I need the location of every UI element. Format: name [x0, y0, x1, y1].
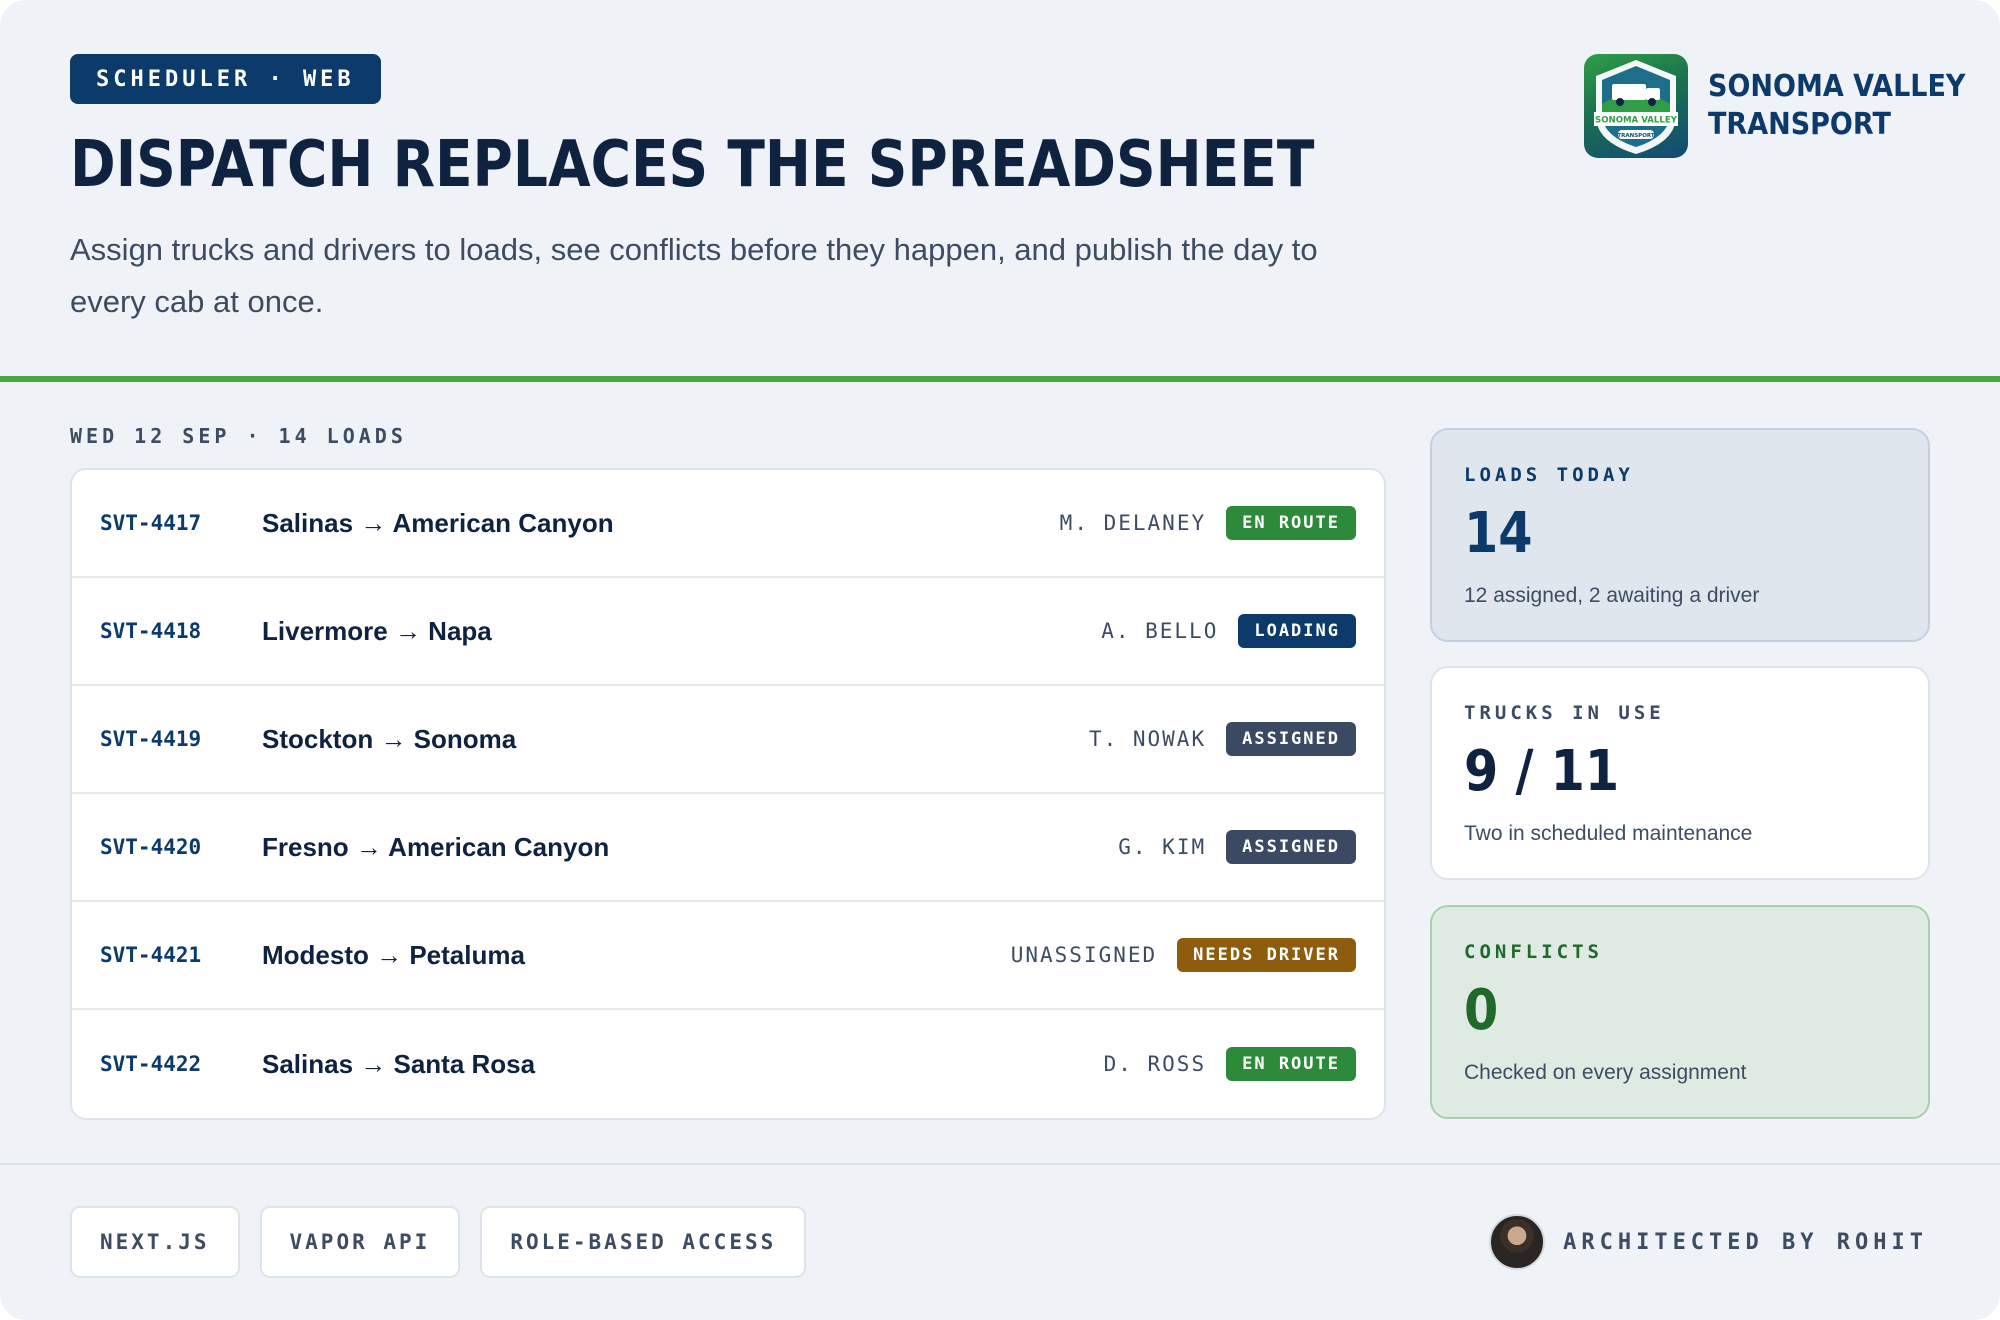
status-badge: NEEDS DRIVER	[1177, 938, 1356, 972]
stat-label: TRUCKS IN USE	[1464, 702, 1665, 724]
company-logo: SONOMA VALLEY TRANSPORT	[1584, 54, 1688, 158]
load-driver: G. KIM	[1118, 835, 1207, 859]
load-row[interactable]: SVT-4421 Modesto → Petaluma UNASSIGNED NEED…	[72, 902, 1384, 1010]
load-route: Fresno → American Canyon	[262, 831, 610, 862]
stat-note: 12 assigned, 2 awaiting a driver	[1464, 584, 1760, 607]
page-title: DISPATCH REPLACES THE SPREADSHEET	[70, 128, 1315, 202]
load-id: SVT-4417	[100, 511, 202, 535]
tech-tag-nextjs: NEXT.JS	[70, 1206, 240, 1278]
credit-text: ARCHITECTED BY ROHIT	[1563, 1229, 1928, 1255]
load-row[interactable]: SVT-4418 Livermore → Napa A. BELLO LOADING	[72, 578, 1384, 686]
load-route: Stockton → Sonoma	[262, 723, 517, 754]
platform-badge: SCHEDULER · WEB	[70, 54, 381, 104]
truck-shield-icon: SONOMA VALLEY TRANSPORT	[1594, 60, 1678, 154]
tech-tags: NEXT.JS VAPOR API ROLE-BASED ACCESS	[70, 1206, 826, 1278]
load-assignment: D. ROSS EN ROUTE	[1104, 1047, 1356, 1081]
stat-card-loads-today: LOADS TODAY 14 12 assigned, 2 awaiting a…	[1430, 428, 1930, 642]
load-assignment: G. KIM ASSIGNED	[1118, 830, 1356, 864]
load-row[interactable]: SVT-4420 Fresno → American Canyon G. KIM AS…	[72, 794, 1384, 902]
load-driver: T. NOWAK	[1088, 727, 1207, 751]
stat-note: Checked on every assignment	[1464, 1061, 1747, 1084]
company-name-line2: TRANSPORT	[1708, 107, 1891, 142]
footer-divider	[0, 1163, 2000, 1165]
load-assignment: T. NOWAK ASSIGNED	[1089, 722, 1356, 756]
status-badge: ASSIGNED	[1226, 722, 1356, 756]
status-badge: EN ROUTE	[1226, 1047, 1356, 1081]
tech-tag-vapor-api: VAPOR API	[259, 1206, 461, 1278]
company-name-line1: SONOMA VALLEY	[1708, 69, 1966, 104]
load-id: SVT-4422	[100, 1052, 202, 1076]
stat-value: 9 / 11	[1464, 739, 1620, 804]
stat-label: LOADS TODAY	[1464, 464, 1634, 486]
stat-note: Two in scheduled maintenance	[1464, 822, 1753, 845]
logo-subwordmark: TRANSPORT	[1617, 133, 1655, 139]
load-route: Livermore → Napa	[262, 615, 492, 646]
schedule-date-label: WED 12 SEP · 14 LOADS	[70, 424, 407, 448]
load-route: Salinas → Santa Rosa	[262, 1048, 536, 1079]
author-credit: ARCHITECTED BY ROHIT	[1489, 1214, 1928, 1270]
load-id: SVT-4418	[100, 619, 202, 643]
load-assignment: UNASSIGNED NEEDS DRIVER	[1011, 938, 1356, 972]
section-divider	[0, 376, 2000, 382]
load-id: SVT-4419	[100, 727, 202, 751]
load-driver: M. DELANEY	[1059, 511, 1207, 535]
stat-card-conflicts: CONFLICTS 0 Checked on every assignment	[1430, 905, 1930, 1119]
tech-tag-role-based-access: ROLE-BASED ACCESS	[480, 1206, 807, 1278]
status-badge: ASSIGNED	[1226, 830, 1356, 864]
load-id: SVT-4420	[100, 835, 202, 859]
load-route: Salinas → American Canyon	[262, 507, 614, 538]
load-assignment: M. DELANEY EN ROUTE	[1060, 506, 1356, 540]
status-badge: LOADING	[1238, 614, 1356, 648]
company-name: SONOMA VALLEY TRANSPORT	[1708, 68, 1965, 144]
stat-label: CONFLICTS	[1464, 941, 1603, 963]
load-driver: D. ROSS	[1103, 1052, 1207, 1076]
load-route: Modesto → Petaluma	[262, 939, 525, 970]
load-row[interactable]: SVT-4422 Salinas → Santa Rosa D. ROSS EN RO…	[72, 1010, 1384, 1118]
load-row[interactable]: SVT-4419 Stockton → Sonoma T. NOWAK ASSIGNE…	[72, 686, 1384, 794]
load-driver: UNASSIGNED	[1010, 943, 1158, 967]
stat-value: 14	[1464, 501, 1533, 566]
dispatch-showcase-card: SCHEDULER · WEB DISPATCH REPLACES THE SP…	[0, 0, 2000, 1320]
avatar	[1489, 1214, 1546, 1270]
load-driver: A. BELLO	[1101, 619, 1219, 643]
load-assignment: A. BELLO LOADING	[1101, 614, 1356, 648]
load-id: SVT-4421	[100, 943, 202, 967]
loads-list: SVT-4417 Salinas → American Canyon M. DELA…	[70, 468, 1386, 1120]
load-row[interactable]: SVT-4417 Salinas → American Canyon M. DELA…	[72, 470, 1384, 578]
stat-value: 0	[1464, 978, 1499, 1043]
brand-lockup: SONOMA VALLEY TRANSPORT SONOMA VALLEY TR…	[1584, 54, 1994, 158]
logo-wordmark: SONOMA VALLEY	[1595, 116, 1678, 126]
stat-card-trucks-in-use: TRUCKS IN USE 9 / 11 Two in scheduled ma…	[1430, 666, 1930, 880]
page-subtitle: Assign trucks and drivers to loads, see …	[70, 232, 1318, 319]
status-badge: EN ROUTE	[1226, 506, 1356, 540]
